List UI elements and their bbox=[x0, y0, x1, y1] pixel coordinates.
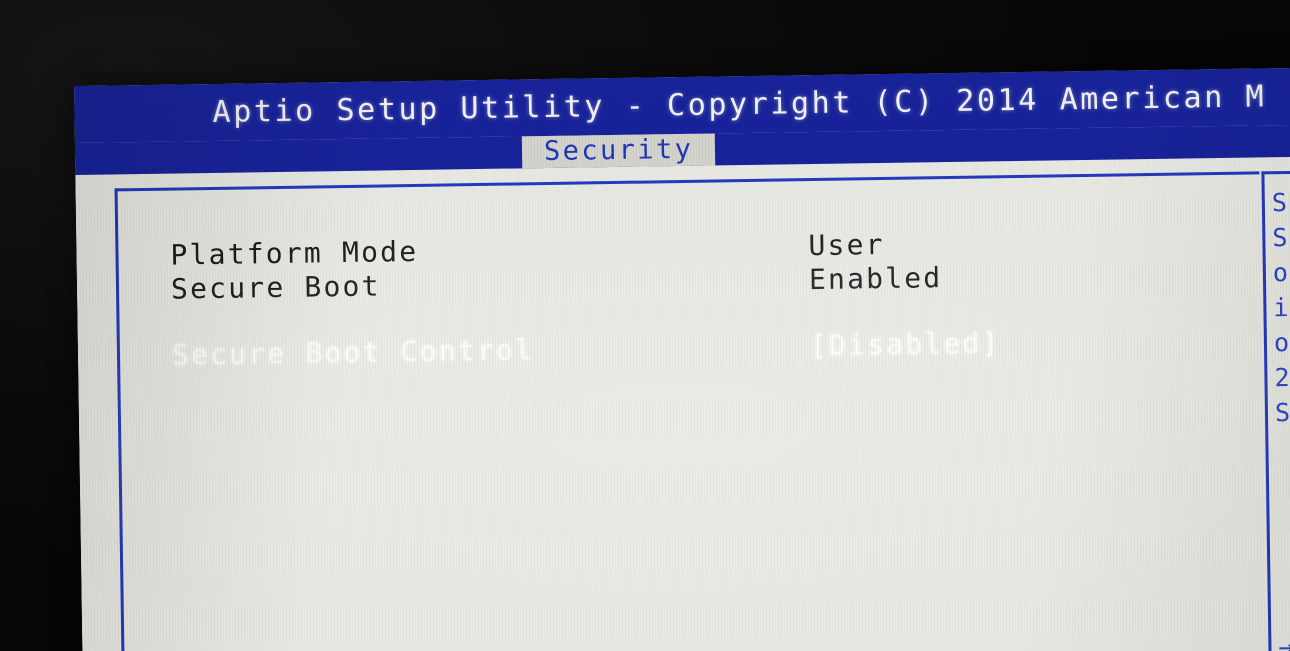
setting-value-selected[interactable]: [Disabled] bbox=[810, 326, 1001, 363]
tab-security[interactable]: Security bbox=[521, 133, 716, 169]
help-line: 2. bbox=[1274, 362, 1290, 393]
body-panel: Platform Mode User Secure Boot Enabled S… bbox=[75, 155, 1290, 651]
setting-row-secure-boot-control[interactable]: Secure Boot Control [Disabled] bbox=[120, 322, 1262, 373]
photo-frame: Aptio Setup Utility - Copyright (C) 2014… bbox=[0, 0, 1290, 651]
bios-screen-surface: Aptio Setup Utility - Copyright (C) 2014… bbox=[74, 66, 1290, 651]
key-legend: →←: ↑↓: bbox=[1278, 628, 1290, 651]
help-line: S bbox=[1271, 187, 1289, 218]
setting-value: Enabled bbox=[808, 261, 943, 297]
settings-box: Platform Mode User Secure Boot Enabled S… bbox=[114, 171, 1268, 651]
help-panel: S S on is op 2. Se bbox=[1272, 183, 1290, 651]
help-line: Se bbox=[1274, 397, 1290, 428]
settings-list: Platform Mode User Secure Boot Enabled S… bbox=[118, 174, 1260, 372]
bios-screen: Aptio Setup Utility - Copyright (C) 2014… bbox=[74, 66, 1290, 651]
help-line: is bbox=[1273, 292, 1290, 323]
help-panel-top-rule bbox=[1261, 169, 1290, 175]
help-line: on bbox=[1272, 257, 1290, 288]
setting-value: User bbox=[808, 227, 885, 263]
key-legend-horizontal-arrows-icon: →←: bbox=[1278, 631, 1290, 651]
setting-label: Secure Boot bbox=[170, 269, 381, 306]
help-line: S bbox=[1272, 222, 1290, 253]
setting-label: Secure Boot Control bbox=[171, 333, 535, 372]
setting-label: Platform Mode bbox=[170, 234, 419, 272]
help-line: op bbox=[1273, 327, 1290, 358]
